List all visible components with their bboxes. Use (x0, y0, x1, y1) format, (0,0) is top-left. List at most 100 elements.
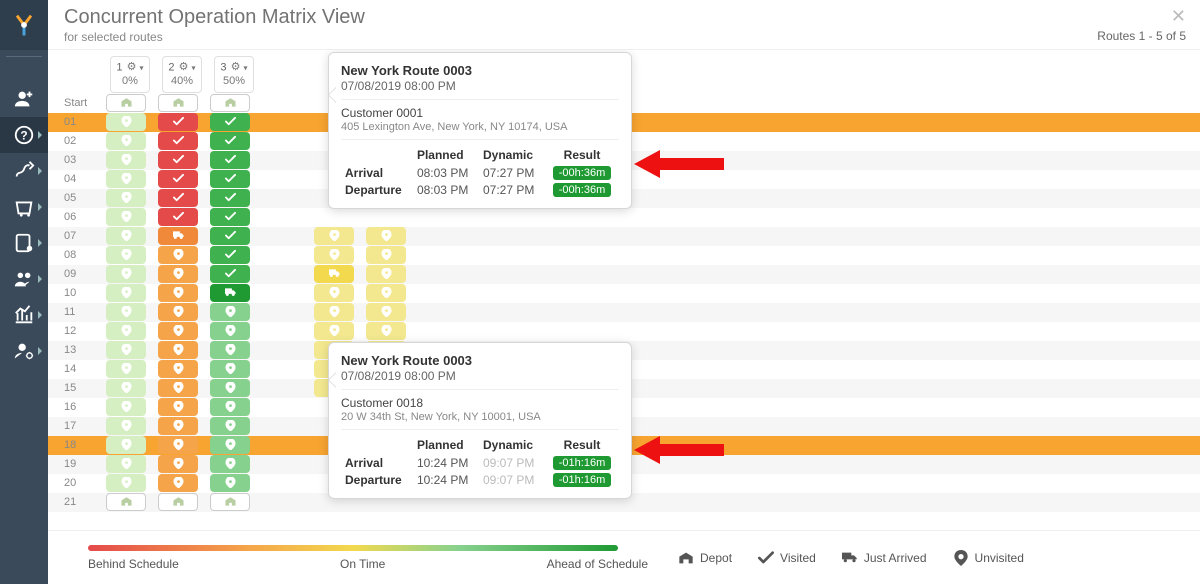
matrix-cell[interactable] (106, 132, 146, 150)
matrix-cell[interactable] (106, 341, 146, 359)
matrix-cell[interactable] (106, 436, 146, 454)
matrix-cell[interactable] (158, 265, 198, 283)
matrix-cell[interactable] (366, 322, 406, 340)
nav-settings-user-icon[interactable] (0, 333, 48, 369)
matrix-cell[interactable] (210, 379, 250, 397)
matrix-cell[interactable] (106, 189, 146, 207)
matrix-cell[interactable] (210, 493, 250, 511)
matrix-cell[interactable] (158, 379, 198, 397)
nav-orders-icon[interactable] (0, 189, 48, 225)
matrix-cell[interactable] (158, 322, 198, 340)
matrix-cell[interactable] (314, 227, 354, 245)
matrix-cell[interactable] (158, 284, 198, 302)
matrix-cell[interactable] (106, 284, 146, 302)
matrix-cell[interactable] (106, 474, 146, 492)
matrix-cell[interactable] (210, 341, 250, 359)
column-header[interactable]: 3 ⚙ ▾50% (214, 56, 254, 93)
nav-team-icon[interactable] (0, 261, 48, 297)
matrix-cell[interactable] (210, 360, 250, 378)
matrix-cell[interactable] (366, 284, 406, 302)
nav-help-icon[interactable]: ? (0, 117, 48, 153)
matrix-cell[interactable] (210, 322, 250, 340)
matrix-cell[interactable] (106, 303, 146, 321)
chevron-down-icon[interactable]: ▾ (244, 64, 248, 73)
matrix-cell[interactable] (106, 208, 146, 226)
matrix-cell[interactable] (314, 265, 354, 283)
matrix-cell[interactable] (106, 170, 146, 188)
matrix-cell[interactable] (210, 227, 250, 245)
matrix-cell[interactable] (210, 170, 250, 188)
matrix-cell[interactable] (106, 265, 146, 283)
matrix-cell[interactable] (158, 436, 198, 454)
matrix-cell[interactable] (366, 265, 406, 283)
matrix-cell[interactable] (106, 113, 146, 131)
chevron-down-icon[interactable]: ▾ (192, 64, 196, 73)
matrix-cell[interactable] (158, 208, 198, 226)
matrix-cell[interactable] (210, 417, 250, 435)
matrix-cell[interactable] (158, 360, 198, 378)
matrix-cell[interactable] (210, 94, 250, 112)
matrix-cell[interactable] (158, 493, 198, 511)
matrix-cell[interactable] (106, 493, 146, 511)
matrix-cell[interactable] (158, 417, 198, 435)
matrix-cell[interactable] (210, 151, 250, 169)
matrix-cell[interactable] (210, 189, 250, 207)
matrix-cell[interactable] (106, 94, 146, 112)
matrix-cell[interactable] (158, 246, 198, 264)
matrix-cell[interactable] (158, 303, 198, 321)
matrix-cell[interactable] (366, 227, 406, 245)
matrix-cell[interactable] (106, 417, 146, 435)
gear-icon[interactable]: ⚙ (127, 61, 137, 74)
matrix-cell[interactable] (158, 474, 198, 492)
matrix-cell[interactable] (158, 132, 198, 150)
matrix-cell[interactable] (158, 227, 198, 245)
gear-icon[interactable]: ⚙ (231, 61, 241, 74)
matrix-cell[interactable] (210, 132, 250, 150)
matrix-cell[interactable] (158, 189, 198, 207)
matrix-cell[interactable] (210, 113, 250, 131)
matrix-cell[interactable] (158, 341, 198, 359)
matrix-cell[interactable] (158, 113, 198, 131)
matrix-cell[interactable] (314, 322, 354, 340)
matrix-cell[interactable] (106, 398, 146, 416)
matrix-cell[interactable] (106, 246, 146, 264)
matrix-cell[interactable] (210, 398, 250, 416)
matrix-cell[interactable] (366, 303, 406, 321)
matrix-cell[interactable] (210, 455, 250, 473)
matrix-cell[interactable] (158, 170, 198, 188)
matrix-cell[interactable] (106, 455, 146, 473)
nav-routes-icon[interactable] (0, 153, 48, 189)
matrix-cell[interactable] (366, 246, 406, 264)
matrix-cell[interactable] (314, 303, 354, 321)
matrix-cell[interactable] (106, 322, 146, 340)
column-headers: 1 ⚙ ▾0% 2 ⚙ ▾40% 3 ⚙ ▾50% (48, 56, 254, 93)
matrix-cell[interactable] (158, 398, 198, 416)
row-label: 06 (58, 208, 104, 227)
matrix-cell[interactable] (106, 151, 146, 169)
logo[interactable] (0, 0, 48, 50)
matrix-cell[interactable] (210, 265, 250, 283)
matrix-cell[interactable] (158, 151, 198, 169)
matrix-cell[interactable] (210, 208, 250, 226)
matrix-cell[interactable] (158, 455, 198, 473)
nav-addressbook-icon[interactable] (0, 225, 48, 261)
matrix-cell[interactable] (314, 246, 354, 264)
matrix-cell[interactable] (210, 474, 250, 492)
matrix-cell[interactable] (210, 436, 250, 454)
matrix-cell[interactable] (106, 227, 146, 245)
matrix-cell[interactable] (106, 379, 146, 397)
matrix-cell[interactable] (210, 246, 250, 264)
gear-icon[interactable]: ⚙ (179, 61, 189, 74)
matrix-cell[interactable] (210, 284, 250, 302)
chevron-down-icon[interactable]: ▾ (140, 64, 144, 73)
column-header[interactable]: 2 ⚙ ▾40% (162, 56, 202, 93)
nav-analytics-icon[interactable] (0, 297, 48, 333)
matrix-cell[interactable] (106, 360, 146, 378)
matrix-cell[interactable] (158, 94, 198, 112)
matrix-cell[interactable] (314, 284, 354, 302)
column-header[interactable]: 1 ⚙ ▾0% (110, 56, 150, 93)
row-label: 05 (58, 189, 104, 208)
close-icon[interactable]: ✕ (1171, 6, 1186, 27)
matrix-cell[interactable] (210, 303, 250, 321)
nav-add-user-icon[interactable] (0, 81, 48, 117)
